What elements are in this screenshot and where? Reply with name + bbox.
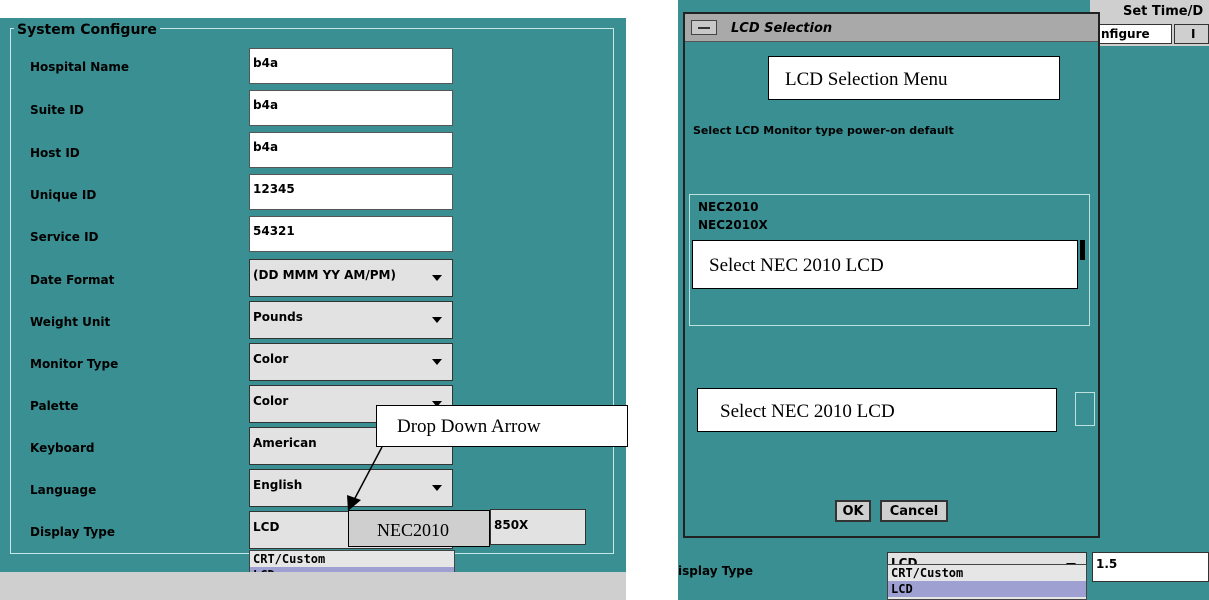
list-item[interactable]: CRT/Custom: [250, 551, 454, 567]
language-value: English: [253, 478, 303, 492]
chevron-down-icon[interactable]: [432, 317, 442, 323]
select-nec-callout-1: Select NEC 2010 LCD: [692, 240, 1078, 289]
chevron-down-icon[interactable]: [432, 359, 442, 365]
chevron-down-icon[interactable]: [432, 485, 442, 491]
service-id-field[interactable]: 54321: [249, 216, 453, 252]
language-label: Language: [30, 483, 97, 497]
weight-unit-dropdown[interactable]: Pounds: [249, 301, 453, 339]
callout-arrow: [347, 446, 383, 511]
palette-label: Palette: [30, 399, 79, 413]
lcd-selection-menu-callout: LCD Selection Menu: [768, 56, 1060, 100]
display-type-list-right[interactable]: CRT/Custom LCD: [887, 564, 1087, 600]
ok-button[interactable]: OK: [835, 500, 871, 522]
drop-down-arrow-callout: Drop Down Arrow: [376, 405, 628, 447]
lcd-selection-dialog: LCD Selection LCD Selection Menu Select …: [683, 12, 1100, 538]
select-nec-callout-2: Select NEC 2010 LCD: [697, 388, 1057, 432]
dialog-titlebar: LCD Selection: [685, 14, 1098, 42]
bottom-bar: [0, 572, 626, 600]
unique-id-field[interactable]: 12345: [249, 174, 453, 210]
hospital-name-field[interactable]: b4a: [249, 48, 453, 84]
keyboard-label: Keyboard: [30, 441, 95, 455]
set-time-label: Set Time/D: [1123, 4, 1204, 19]
monitor-type-label: Monitor Type: [30, 357, 119, 371]
cancel-button[interactable]: Cancel: [880, 500, 948, 522]
tab-configure[interactable]: nfigure: [1092, 24, 1172, 44]
suite-id-label: Suite ID: [30, 103, 84, 117]
list-item[interactable]: CRT/Custom: [888, 565, 1086, 581]
extra-value-field[interactable]: 1.5: [1092, 552, 1209, 582]
host-id-field[interactable]: b4a: [249, 132, 453, 168]
palette-value: Color: [253, 394, 289, 408]
instruction-label: Select LCD Monitor type power-on default: [693, 124, 954, 137]
monitor-type-value: Color: [253, 352, 289, 366]
list-item-selected[interactable]: LCD: [888, 581, 1086, 597]
option-field[interactable]: [1075, 392, 1095, 426]
service-id-label: Service ID: [30, 230, 99, 244]
tab-next[interactable]: I: [1174, 24, 1209, 44]
host-id-label: Host ID: [30, 146, 80, 160]
bg-header-area: Set Time/D nfigure I: [1090, 0, 1209, 46]
display-extra-field[interactable]: 850X: [490, 509, 586, 545]
display-type-label-right: isplay Type: [678, 564, 753, 578]
weight-unit-label: Weight Unit: [30, 315, 111, 329]
dialog-title: LCD Selection: [731, 21, 833, 36]
date-format-label: Date Format: [30, 273, 115, 287]
hospital-name-label: Hospital Name: [30, 60, 130, 74]
window-menu-icon[interactable]: [691, 20, 717, 35]
display-type-value: LCD: [253, 520, 280, 534]
chevron-down-icon[interactable]: [432, 275, 442, 281]
scrollbar-thumb[interactable]: [1080, 240, 1085, 260]
suite-id-field[interactable]: b4a: [249, 90, 453, 126]
display-type-label: Display Type: [30, 525, 115, 539]
group-title: System Configure: [14, 22, 160, 38]
date-format-dropdown[interactable]: (DD MMM YY AM/PM): [249, 259, 453, 297]
list-item[interactable]: NEC2010X: [698, 218, 768, 232]
monitor-type-dropdown[interactable]: Color: [249, 343, 453, 381]
list-item[interactable]: NEC2010: [698, 200, 758, 214]
weight-unit-value: Pounds: [253, 310, 303, 324]
nec2010-callout: NEC2010: [348, 510, 490, 547]
date-format-value: (DD MMM YY AM/PM): [253, 268, 396, 282]
system-configure-panel: System Configure Hospital Name b4a Suite…: [0, 18, 626, 600]
keyboard-value: American: [253, 436, 317, 450]
unique-id-label: Unique ID: [30, 188, 97, 202]
